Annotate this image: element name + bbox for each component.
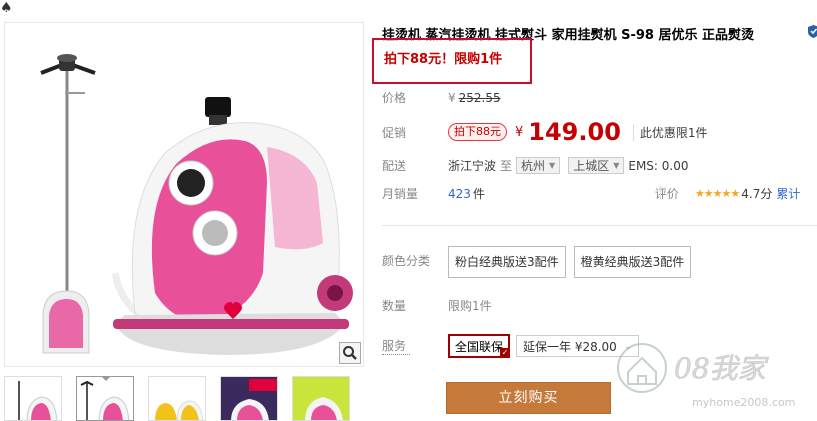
city-value: 杭州 <box>521 159 546 173</box>
warranty-option-label: 全国联保 <box>455 339 504 354</box>
sales-count[interactable]: 423 <box>448 187 471 201</box>
district-value: 上城区 <box>573 159 610 173</box>
thumbnail-image <box>221 377 277 420</box>
promotion-label: 促销 <box>382 125 407 140</box>
thumbnail-strip <box>4 376 364 421</box>
section-divider <box>382 225 817 226</box>
quantity-label: 数量 <box>382 299 407 313</box>
sales-label: 月销量 <box>382 187 419 201</box>
thumbnail-5[interactable] <box>292 376 350 421</box>
city-dropdown[interactable]: 杭州 ▼ <box>516 157 561 174</box>
extended-warranty-label: 延保一年 ¥28.00 <box>523 339 617 354</box>
buy-now-button[interactable]: 立刻购买 <box>446 382 611 414</box>
thumbnail-1[interactable] <box>4 376 62 421</box>
color-option-orange[interactable]: 橙黄经典版送3配件 <box>573 246 692 278</box>
promo-banner: 拍下88元！限购1件 <box>384 52 503 67</box>
check-icon: ✓ <box>500 348 511 358</box>
thumbnail-2[interactable] <box>76 376 134 421</box>
rating-stars-icon: ★★★★★ <box>694 187 740 200</box>
watermark: 08我家 myhome2008.com <box>612 328 817 421</box>
thumbnail-4[interactable] <box>220 376 278 421</box>
promotion-price: 149.00 <box>528 118 621 146</box>
promotion-row: 促销 拍下88元 ¥ 149.00 此优惠限1件 <box>382 118 708 146</box>
thumbnail-image <box>293 377 349 420</box>
sales-unit: 件 <box>472 187 485 201</box>
corner-mark-icon: ♠ <box>0 0 13 16</box>
chevron-down-icon: ▼ <box>549 161 556 170</box>
zoom-button[interactable] <box>339 342 361 364</box>
color-label: 颜色分类 <box>382 254 431 268</box>
promotion-limit-note: 此优惠限1件 <box>632 123 708 141</box>
house-logo-icon: 08我家 myhome2008.com <box>617 343 795 409</box>
shipping-fee: EMS: 0.00 <box>628 158 689 173</box>
promotion-currency: ¥ <box>515 124 524 140</box>
rating-score: 4.7分 <box>741 187 773 201</box>
magnifier-icon <box>343 346 357 360</box>
color-option-pink[interactable]: 粉白经典版送3配件 <box>448 246 566 278</box>
delivery-label: 配送 <box>382 159 407 173</box>
price-row: 价格 ¥ 252.55 <box>382 89 501 106</box>
cumulative-reviews-link[interactable]: 累计 <box>776 185 800 202</box>
delivery-from: 浙江宁波 <box>448 159 497 173</box>
review-label: 评价 <box>654 187 679 201</box>
district-dropdown[interactable]: 上城区 ▼ <box>568 157 625 174</box>
quantity-limit: 限购1件 <box>448 299 492 313</box>
main-product-image[interactable] <box>4 22 364 367</box>
promotion-tag: 拍下88元 <box>448 123 507 141</box>
price-currency: ¥ <box>448 90 456 105</box>
thumbnail-image <box>155 400 204 420</box>
thumbnail-image <box>80 380 130 420</box>
delivery-row: 配送 浙江宁波 至 杭州 ▼ 上城区 ▼ EMS: 0.00 <box>382 157 689 174</box>
divider <box>660 186 661 200</box>
service-row: 服务 全国联保 ✓ 延保一年 ¥28.00 ⌄ <box>382 334 639 358</box>
price-label: 价格 <box>382 91 407 105</box>
original-price: 252.55 <box>458 90 501 105</box>
sales-row: 月销量 423 件 评价 ★★★★★ 4.7分 累计 <box>382 185 800 202</box>
service-label: 服务 <box>382 337 410 355</box>
product-gallery <box>4 22 364 421</box>
color-row: 颜色分类 粉白经典版送3配件 橙黄经典版送3配件 <box>382 246 699 278</box>
quantity-row: 数量 限购1件 <box>382 297 492 314</box>
watermark-url: myhome2008.com <box>692 396 795 409</box>
delivery-to-word: 至 <box>500 159 513 173</box>
shield-icon <box>808 25 817 38</box>
chevron-down-icon: ▼ <box>613 161 620 170</box>
watermark-brand: 08我家 <box>674 352 770 385</box>
steamer-illustration <box>40 54 353 355</box>
warranty-option-selected[interactable]: 全国联保 ✓ <box>448 334 511 358</box>
thumbnail-3[interactable] <box>148 376 206 421</box>
thumbnail-image <box>18 381 58 420</box>
